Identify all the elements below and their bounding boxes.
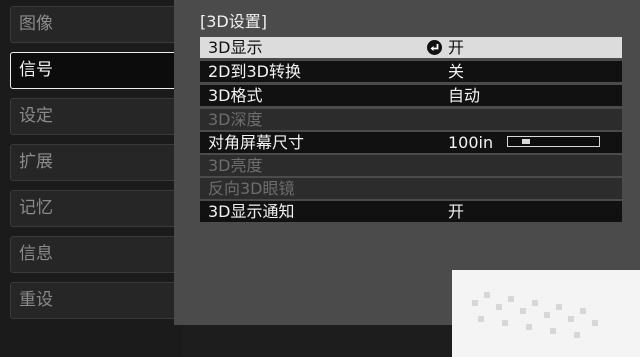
menu-row-3d-format[interactable]: 3D格式 自动 (200, 85, 622, 106)
screen-size-slider[interactable] (507, 136, 600, 147)
sidebar-item-settings[interactable]: 设定 (10, 98, 178, 135)
row-label: 反向3D眼镜 (208, 179, 295, 198)
sidebar-item-memory[interactable]: 记忆 (10, 190, 178, 227)
row-label: 2D到3D转换 (208, 62, 302, 81)
sidebar-item-reset[interactable]: 重设 (10, 282, 178, 319)
row-value: 自动 (448, 86, 481, 105)
row-value: 100in (448, 133, 494, 152)
row-label: 3D深度 (208, 110, 263, 129)
row-value: 关 (448, 62, 465, 81)
corner-watermark (452, 270, 640, 357)
section-title: [3D设置] (200, 12, 267, 31)
enter-arrow-icon (427, 40, 442, 55)
sidebar-item-signal[interactable]: 信号 (10, 52, 178, 89)
sidebar-item-info[interactable]: 信息 (10, 236, 178, 273)
menu-row-3d-depth: 3D深度 (200, 109, 622, 130)
menu-row-3d-notice[interactable]: 3D显示通知 开 (200, 201, 622, 222)
row-label: 3D格式 (208, 86, 263, 105)
menu-row-diagonal-size[interactable]: 对角屏幕尺寸 100in (200, 132, 622, 153)
slider-thumb[interactable] (522, 139, 530, 144)
menu-row-3d-brightness: 3D亮度 (200, 155, 622, 176)
row-label: 3D显示通知 (208, 202, 295, 221)
row-label: 3D亮度 (208, 156, 263, 175)
row-label: 对角屏幕尺寸 (208, 133, 305, 152)
menu-row-inverse-3d-glasses: 反向3D眼镜 (200, 178, 622, 199)
bottom-bezel (183, 325, 452, 357)
row-value: 开 (448, 38, 465, 57)
projector-osd-screen: 图像 信号 设定 扩展 记忆 信息 重设 [3D设置] 3D显示 开 2D到3D… (0, 0, 640, 357)
menu-sidebar: 图像 信号 设定 扩展 记忆 信息 重设 (0, 0, 183, 357)
menu-row-2d-to-3d[interactable]: 2D到3D转换 关 (200, 61, 622, 82)
menu-row-3d-display[interactable]: 3D显示 开 (200, 37, 622, 58)
sidebar-item-image[interactable]: 图像 (10, 6, 178, 43)
row-label: 3D显示 (208, 38, 263, 57)
row-value: 开 (448, 202, 465, 221)
sidebar-item-extended[interactable]: 扩展 (10, 144, 178, 181)
